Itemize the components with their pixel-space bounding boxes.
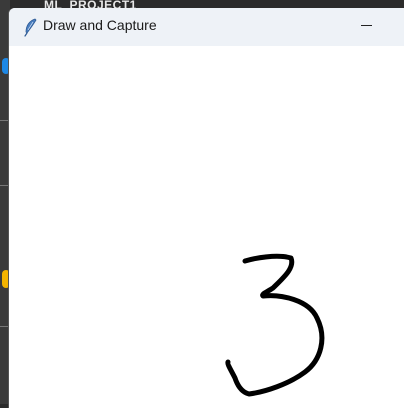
drawing-surface xyxy=(225,253,325,397)
title-bar[interactable]: Draw and Capture xyxy=(9,8,404,46)
feather-icon xyxy=(21,17,41,37)
minimize-icon xyxy=(360,24,372,26)
drawn-digit-stroke xyxy=(225,253,325,397)
draw-and-capture-window: Draw and Capture xyxy=(9,8,404,408)
window-title: Draw and Capture xyxy=(43,17,157,33)
minimize-button[interactable] xyxy=(346,8,386,46)
drawing-canvas[interactable] xyxy=(9,46,404,408)
